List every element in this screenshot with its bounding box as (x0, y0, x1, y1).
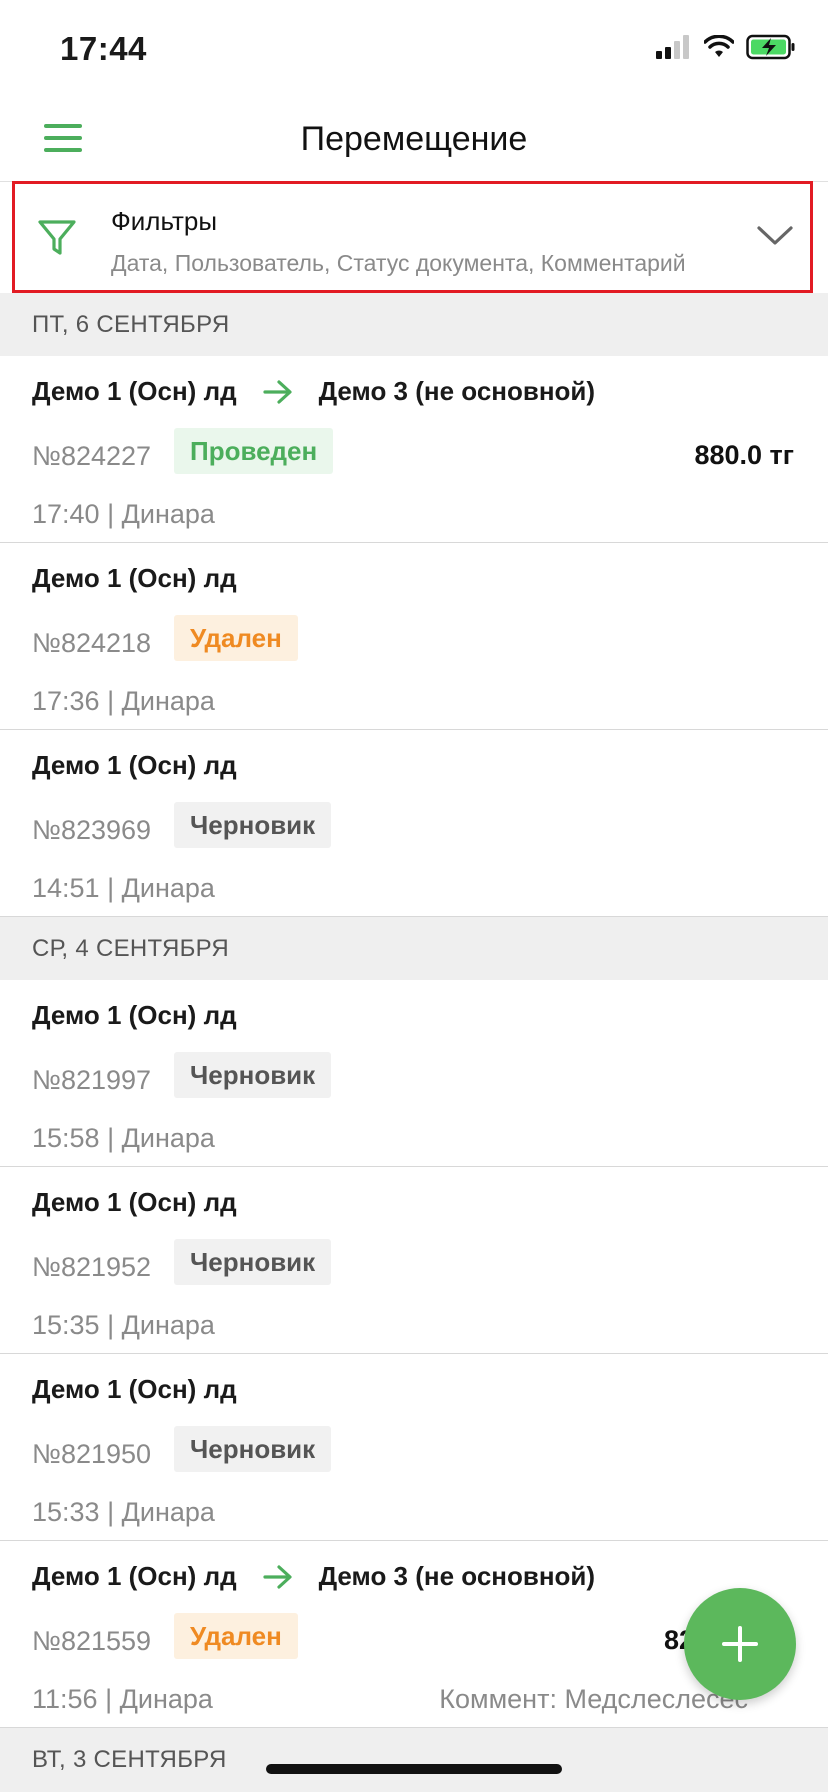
doc-from: Демо 1 (Осн) лд (32, 563, 237, 593)
doc-from: Демо 1 (Осн) лд (32, 1187, 237, 1217)
home-indicator[interactable] (266, 1764, 562, 1774)
doc-time-user: 11:56 | Динара (32, 1684, 213, 1714)
status-badge: Черновик (174, 802, 332, 848)
doc-to: Демо 3 (не основной) (318, 1561, 596, 1591)
add-document-button[interactable] (684, 1588, 796, 1700)
nav-bar: Перемещение (0, 100, 828, 182)
filters-title: Фильтры (111, 206, 218, 236)
section-header-date: ВТ, 3 СЕНТЯБРЯ (0, 1728, 828, 1792)
document-item[interactable]: Демо 1 (Осн) лд №821997 Черновик 15:58 |… (0, 980, 828, 1167)
status-bar: 17:44 (0, 0, 828, 100)
doc-number: №821950 (32, 1439, 152, 1469)
document-item[interactable]: Демо 1 (Осн) лд Демо 3 (не основной) №82… (0, 356, 828, 543)
doc-to: Демо 3 (не основной) (318, 376, 596, 406)
section-date: ВТ, 3 СЕНТЯБРЯ (32, 1746, 227, 1773)
funnel-icon (38, 220, 76, 255)
doc-from: Демо 1 (Осн) лд (32, 1000, 237, 1030)
doc-route: Демо 1 (Осн) лд Демо 3 (не основной) (32, 1561, 595, 1592)
filters-panel[interactable]: Фильтры Дата, Пользователь, Статус докум… (12, 181, 813, 293)
doc-time-user: 15:58 | Динара (32, 1123, 215, 1153)
status-badge: Удален (174, 615, 298, 661)
doc-from: Демо 1 (Осн) лд (32, 1374, 237, 1404)
doc-number: №824227 (32, 441, 152, 471)
section-header-date: ПТ, 6 СЕНТЯБРЯ (0, 293, 828, 356)
section-date: ПТ, 6 СЕНТЯБРЯ (32, 311, 230, 338)
doc-number: №821559 (32, 1626, 152, 1656)
section-date: СР, 4 СЕНТЯБРЯ (32, 935, 230, 962)
wifi-icon (704, 35, 734, 57)
doc-time-user: 14:51 | Динара (32, 873, 215, 903)
doc-route: Демо 1 (Осн) лд (32, 1187, 237, 1218)
battery-charging-icon (746, 34, 795, 60)
document-item[interactable]: Демо 1 (Осн) лд №823969 Черновик 14:51 |… (0, 730, 828, 917)
status-badge: Черновик (174, 1052, 332, 1098)
doc-comment: Коммент: Медслеслесес (439, 1684, 748, 1714)
status-badge: Черновик (174, 1239, 332, 1285)
section-header-date: СР, 4 СЕНТЯБРЯ (0, 917, 828, 980)
doc-from: Демо 1 (Осн) лд (32, 750, 237, 780)
status-badge: Удален (174, 1613, 298, 1659)
arrow-right-icon (262, 1564, 293, 1590)
doc-number: №821952 (32, 1252, 152, 1282)
document-item[interactable]: Демо 1 (Осн) лд №821952 Черновик 15:35 |… (0, 1167, 828, 1354)
doc-time-user: 17:40 | Динара (32, 499, 215, 529)
doc-time-user: 15:33 | Динара (32, 1497, 215, 1527)
filters-summary: Дата, Пользователь, Статус документа, Ко… (111, 250, 686, 276)
document-item[interactable]: Демо 1 (Осн) лд №824218 Удален 17:36 | Д… (0, 543, 828, 730)
doc-from: Демо 1 (Осн) лд (32, 1561, 237, 1591)
page-title: Перемещение (300, 120, 528, 158)
doc-route: Демо 1 (Осн) лд (32, 750, 237, 781)
doc-number: №823969 (32, 815, 152, 845)
status-badge: Черновик (174, 1426, 332, 1472)
doc-from: Демо 1 (Осн) лд (32, 376, 237, 406)
status-icons (656, 34, 796, 60)
doc-route: Демо 1 (Осн) лд (32, 563, 237, 594)
doc-route: Демо 1 (Осн) лд (32, 1000, 237, 1031)
doc-number: №821997 (32, 1065, 152, 1095)
chevron-down-icon[interactable] (756, 224, 794, 248)
status-time: 17:44 (60, 30, 147, 67)
document-item[interactable]: Демо 1 (Осн) лд №821950 Черновик 15:33 |… (0, 1354, 828, 1541)
status-badge: Проведен (174, 428, 334, 474)
doc-number: №824218 (32, 628, 152, 658)
doc-route: Демо 1 (Осн) лд (32, 1374, 237, 1405)
doc-time-user: 17:36 | Динара (32, 686, 215, 716)
doc-route: Демо 1 (Осн) лд Демо 3 (не основной) (32, 376, 595, 407)
arrow-right-icon (262, 379, 293, 405)
doc-time-user: 15:35 | Динара (32, 1310, 215, 1340)
cellular-signal-icon (656, 35, 689, 59)
doc-amount: 880.0 тг (694, 440, 794, 470)
